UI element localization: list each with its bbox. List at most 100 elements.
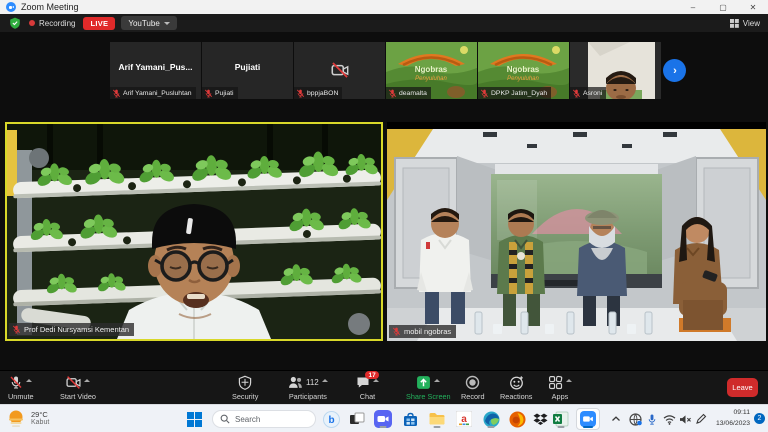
security-label: Security (232, 392, 258, 401)
unmute-label: Unmute (8, 392, 34, 401)
weather-condition: Kabut (31, 419, 49, 426)
main-video-speaker[interactable]: Prof Dedi Nursyamsi Kementan (5, 122, 383, 341)
reactions-icon (509, 375, 524, 390)
minimize-button[interactable]: – (678, 0, 708, 14)
unmute-button[interactable]: Unmute (8, 375, 34, 401)
weather-temp: 29°C (31, 410, 49, 419)
file-explorer-icon[interactable] (427, 409, 447, 429)
record-icon (465, 375, 480, 390)
record-button[interactable]: Record (461, 375, 485, 401)
muted-mic-icon (204, 89, 213, 98)
chevron-up-icon[interactable] (373, 379, 379, 382)
zoom-camera-icon (580, 411, 596, 427)
chevron-up-icon[interactable] (84, 379, 90, 382)
chevron-up-icon[interactable] (434, 379, 440, 382)
ms-store-icon[interactable] (400, 409, 420, 429)
maximize-button[interactable]: ▢ (708, 0, 738, 14)
search-box[interactable]: Search (212, 410, 316, 428)
start-button[interactable] (184, 409, 204, 429)
apps-icon (548, 375, 563, 390)
apps-button[interactable]: Apps (548, 375, 572, 401)
participants-count: 112 (306, 378, 319, 387)
zoom-active-window-button[interactable] (576, 408, 600, 430)
live-badge: LIVE (83, 17, 115, 30)
youtube-label: YouTube (128, 19, 159, 28)
studio-video-scene (387, 122, 766, 341)
task-view-icon[interactable] (347, 409, 367, 429)
muted-mic-icon (572, 89, 581, 98)
participant-thumbnail-asroni[interactable]: Asroni (570, 42, 661, 99)
svg-text:Penyuluhan: Penyuluhan (507, 76, 539, 82)
participant-label: DPKP Jatim_Dyah (478, 87, 551, 99)
participants-label: Participants (289, 392, 327, 401)
windows-taskbar: 29°C Kabut Search b (0, 404, 768, 432)
chevron-up-icon[interactable] (322, 379, 328, 382)
muted-mic-icon (392, 327, 401, 336)
participant-thumbnail-deamalta[interactable]: Ngobras Penyuluhan deamalta (386, 42, 477, 99)
app-icon-a[interactable]: a (454, 409, 474, 429)
notification-badge[interactable]: 2 (754, 413, 765, 424)
close-button[interactable]: ✕ (738, 0, 768, 14)
share-screen-button[interactable]: Share Screen (406, 375, 451, 401)
participant-thumbnail-dpkp[interactable]: Ngobras Penyuluhan DPKP Jatim_Dyah (478, 42, 569, 99)
recording-dot-icon (29, 20, 35, 26)
speaker-video-scene (7, 124, 381, 339)
main-video-studio[interactable]: mobil ngobras (387, 122, 766, 341)
excel-icon[interactable] (551, 409, 571, 429)
screen: Zoom Meeting – ▢ ✕ Recording LIVE YouTub… (0, 0, 768, 432)
chevron-up-icon[interactable] (26, 379, 32, 382)
participant-label: bppjaBON (294, 87, 342, 99)
taskbar-clock[interactable]: 09:11 13/06/2023 (716, 408, 750, 430)
tray-expand-button[interactable] (606, 409, 626, 429)
copilot-bing-icon[interactable]: b (321, 409, 341, 429)
filmstrip-next-button[interactable]: › (663, 59, 686, 82)
speaker-name: Prof Dedi Nursyamsi Kementan (24, 325, 129, 334)
wifi-icon (663, 414, 676, 425)
running-indicator (380, 426, 387, 428)
pen-icon (695, 413, 707, 425)
task-view-glyph (349, 411, 365, 427)
start-video-button[interactable]: Start Video (60, 375, 96, 401)
reactions-label: Reactions (500, 392, 532, 401)
globe-icon (629, 413, 642, 426)
search-icon (220, 414, 230, 424)
chat-unread-badge: 17 (365, 371, 379, 379)
clock-time: 09:11 (716, 408, 750, 419)
store-bag-icon (402, 411, 419, 428)
participants-button[interactable]: 112 Participants (288, 375, 328, 401)
muted-mic-icon (388, 89, 397, 98)
view-button[interactable]: View (730, 19, 760, 28)
search-placeholder: Search (235, 415, 260, 424)
speaker-x-icon (679, 414, 692, 425)
zoom-pinned-icon[interactable] (373, 409, 393, 429)
chat-button[interactable]: 17 Chat (356, 375, 379, 401)
muted-mic-icon (480, 89, 489, 98)
weather-widget[interactable]: 29°C Kabut (6, 408, 49, 428)
firefox-icon[interactable] (507, 409, 527, 429)
bing-icon: b (323, 411, 340, 428)
excel-x-icon (553, 411, 569, 427)
participant-thumbnail-arif[interactable]: Arif Yamani_Pus... Arif Yamani_Pusluhtan (110, 42, 201, 99)
meeting-topbar: Recording LIVE YouTube View (0, 14, 768, 32)
grid-view-icon (730, 19, 739, 28)
participant-thumbnail-pujiati[interactable]: Pujiati Pujiati (202, 42, 293, 99)
security-button[interactable]: Security (232, 375, 258, 401)
participant-thumbnail-bppja[interactable]: bppjaBON (294, 42, 385, 99)
chevron-up-icon[interactable] (566, 379, 572, 382)
recording-label: Recording (39, 19, 75, 28)
share-screen-label: Share Screen (406, 392, 451, 401)
tray-pen-icon[interactable] (691, 409, 711, 429)
studio-name: mobil ngobras (404, 327, 451, 336)
youtube-stream-dropdown[interactable]: YouTube (121, 16, 176, 30)
edge-icon[interactable] (481, 409, 501, 429)
share-screen-icon (416, 375, 431, 390)
reactions-button[interactable]: Reactions (500, 375, 532, 401)
encryption-shield-icon (9, 17, 21, 29)
leave-button[interactable]: Leave (727, 378, 758, 397)
view-label: View (743, 19, 760, 28)
start-video-label: Start Video (60, 392, 96, 401)
dropbox-icon[interactable] (530, 409, 550, 429)
a-letter-icon: a (456, 411, 472, 427)
zoom-app-icon (6, 2, 16, 12)
muted-mic-icon (112, 89, 121, 98)
